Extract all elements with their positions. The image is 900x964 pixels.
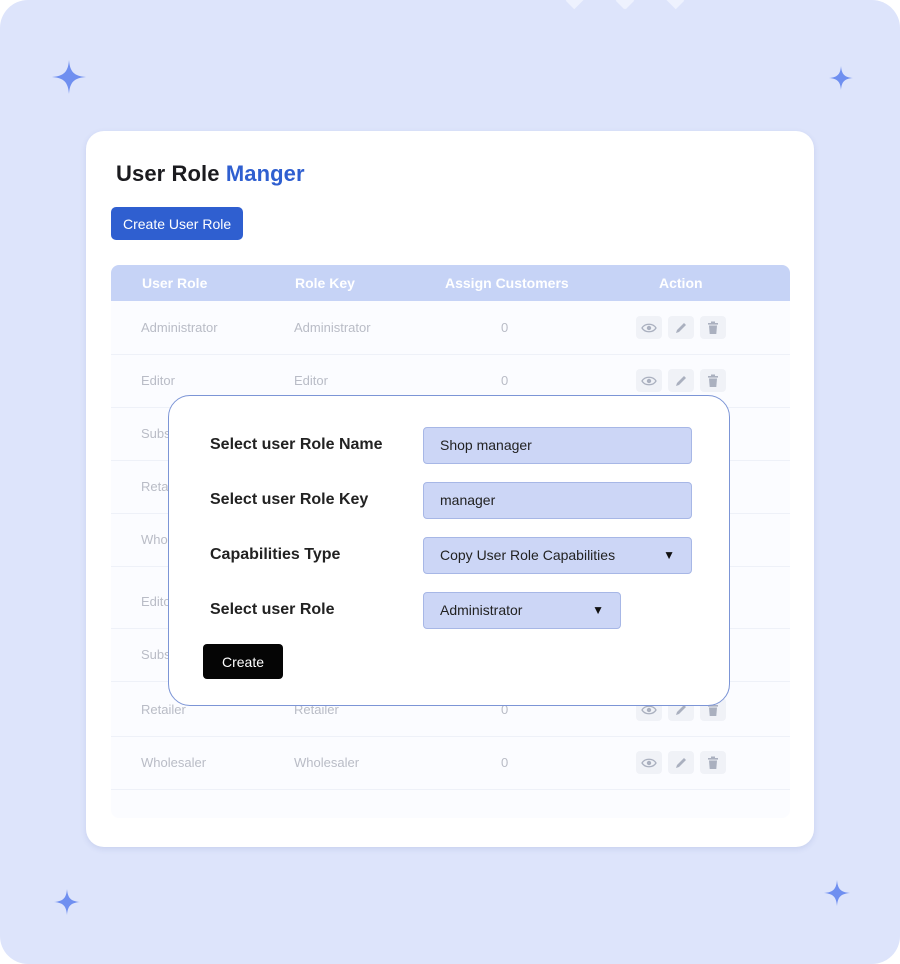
trash-icon — [708, 321, 718, 334]
view-button[interactable] — [636, 751, 662, 774]
role-key-value: manager — [440, 492, 496, 508]
view-button[interactable] — [636, 316, 662, 339]
eye-icon — [641, 376, 657, 385]
sparkle-icon — [824, 880, 850, 906]
pencil-icon — [676, 757, 686, 768]
column-header-role-key: Role Key — [295, 275, 355, 291]
create-role-modal: Select user Role Name Shop manager Selec… — [168, 395, 730, 706]
eye-icon — [641, 758, 657, 767]
edit-button[interactable] — [668, 751, 694, 774]
app-background: User Role Manger Create User Role User R… — [0, 0, 900, 964]
column-header-assign-customers: Assign Customers — [445, 275, 569, 291]
create-button[interactable]: Create — [203, 644, 283, 679]
cell-user-role: Subs — [141, 426, 171, 441]
user-role-value: Administrator — [440, 602, 523, 618]
column-header-action: Action — [659, 275, 703, 291]
role-key-input[interactable]: manager — [423, 482, 692, 519]
table-header: User Role Role Key Assign Customers Acti… — [111, 265, 790, 301]
pencil-icon — [676, 375, 686, 386]
role-name-input[interactable]: Shop manager — [423, 427, 692, 464]
capabilities-type-label: Capabilities Type — [210, 546, 341, 563]
capabilities-type-select[interactable]: Copy User Role Capabilities ▼ — [423, 537, 692, 574]
delete-button[interactable] — [700, 751, 726, 774]
cell-assign-customers: 0 — [501, 320, 509, 335]
delete-button[interactable] — [700, 369, 726, 392]
pencil-icon — [676, 322, 686, 333]
view-button[interactable] — [636, 369, 662, 392]
cell-user-role: Editor — [141, 373, 175, 388]
caret-down-icon: ▼ — [592, 603, 604, 617]
create-user-role-button[interactable]: Create User Role — [111, 207, 244, 240]
caret-down-icon: ▼ — [663, 548, 675, 562]
cell-user-role: Retai — [141, 479, 172, 494]
table-row: Wholesaler Wholesaler 0 — [111, 736, 790, 790]
user-role-label: Select user Role — [210, 601, 335, 618]
sparkle-icon — [54, 889, 80, 915]
delete-button[interactable] — [700, 316, 726, 339]
sparkle-icon — [829, 66, 853, 90]
trash-icon — [708, 374, 718, 387]
row-actions — [636, 751, 726, 774]
row-actions — [636, 369, 726, 392]
role-key-label: Select user Role Key — [210, 491, 369, 508]
edit-button[interactable] — [668, 316, 694, 339]
page-title-accent: Manger — [225, 161, 305, 186]
page-title-main: User Role — [116, 161, 220, 186]
user-role-select[interactable]: Administrator ▼ — [423, 592, 621, 629]
cell-user-role: Edito — [141, 594, 171, 609]
row-actions — [636, 316, 726, 339]
cell-user-role: Whol — [141, 532, 171, 547]
cell-user-role: Administrator — [141, 320, 218, 335]
cell-user-role: Wholesaler — [141, 755, 207, 770]
chevron-decoration-icon — [565, 0, 685, 10]
edit-button[interactable] — [668, 369, 694, 392]
cell-role-key: Administrator — [294, 320, 371, 335]
table-row: Administrator Administrator 0 — [111, 301, 790, 355]
sparkle-icon — [52, 60, 86, 94]
cell-user-role: Subs — [141, 647, 171, 662]
eye-icon — [641, 323, 657, 332]
role-name-label: Select user Role Name — [210, 436, 383, 453]
page-title: User Role Manger — [116, 161, 305, 187]
cell-assign-customers: 0 — [501, 755, 509, 770]
capabilities-type-value: Copy User Role Capabilities — [440, 547, 616, 563]
role-name-value: Shop manager — [440, 437, 532, 453]
trash-icon — [708, 756, 718, 769]
column-header-user-role: User Role — [142, 275, 208, 291]
cell-role-key: Wholesaler — [294, 755, 360, 770]
